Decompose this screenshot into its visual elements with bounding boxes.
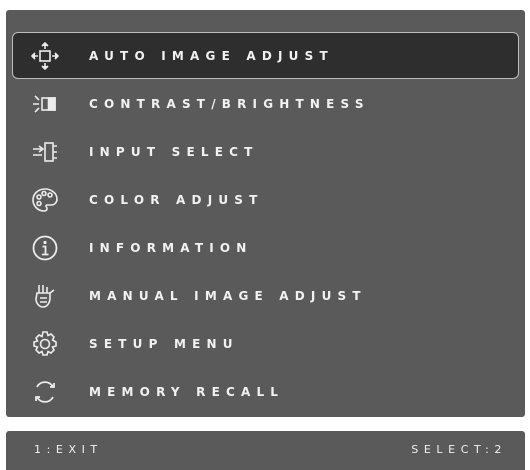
menu-item-color-adjust[interactable]: COLOR ADJUST [12,176,519,223]
color-palette-icon [29,184,61,216]
menu-item-contrast-brightness[interactable]: CONTRAST/BRIGHTNESS [12,80,519,127]
manual-image-adjust-icon [29,280,61,312]
menu-item-manual-image-adjust[interactable]: MANUAL IMAGE ADJUST [12,272,519,319]
osd-footer: 1:EXIT SELECT:2 [6,431,525,470]
gear-icon [29,328,61,360]
menu-item-auto-image-adjust[interactable]: AUTO IMAGE ADJUST [12,32,519,79]
memory-recall-icon [29,376,61,408]
menu-item-label: MEMORY RECALL [89,384,285,399]
menu-item-label: AUTO IMAGE ADJUST [89,48,334,63]
menu-item-label: MANUAL IMAGE ADJUST [89,288,367,303]
menu-item-memory-recall[interactable]: MEMORY RECALL [12,368,519,415]
osd-main-panel: AUTO IMAGE ADJUST CONTRAST/BRIGHTNESS IN… [6,10,525,417]
osd-menu-list: AUTO IMAGE ADJUST CONTRAST/BRIGHTNESS IN… [6,10,525,417]
menu-item-label: COLOR ADJUST [89,192,264,207]
select-hint: SELECT:2 [411,443,507,456]
input-select-icon [29,136,61,168]
menu-item-label: CONTRAST/BRIGHTNESS [89,96,370,111]
menu-item-input-select[interactable]: INPUT SELECT [12,128,519,175]
auto-image-adjust-icon [29,40,61,72]
info-icon [29,232,61,264]
menu-item-setup-menu[interactable]: SETUP MENU [12,320,519,367]
menu-item-label: INPUT SELECT [89,144,259,159]
menu-item-information[interactable]: INFORMATION [12,224,519,271]
exit-hint: 1:EXIT [34,443,103,456]
menu-item-label: SETUP MENU [89,336,239,351]
contrast-brightness-icon [29,88,61,120]
menu-item-label: INFORMATION [89,240,253,255]
